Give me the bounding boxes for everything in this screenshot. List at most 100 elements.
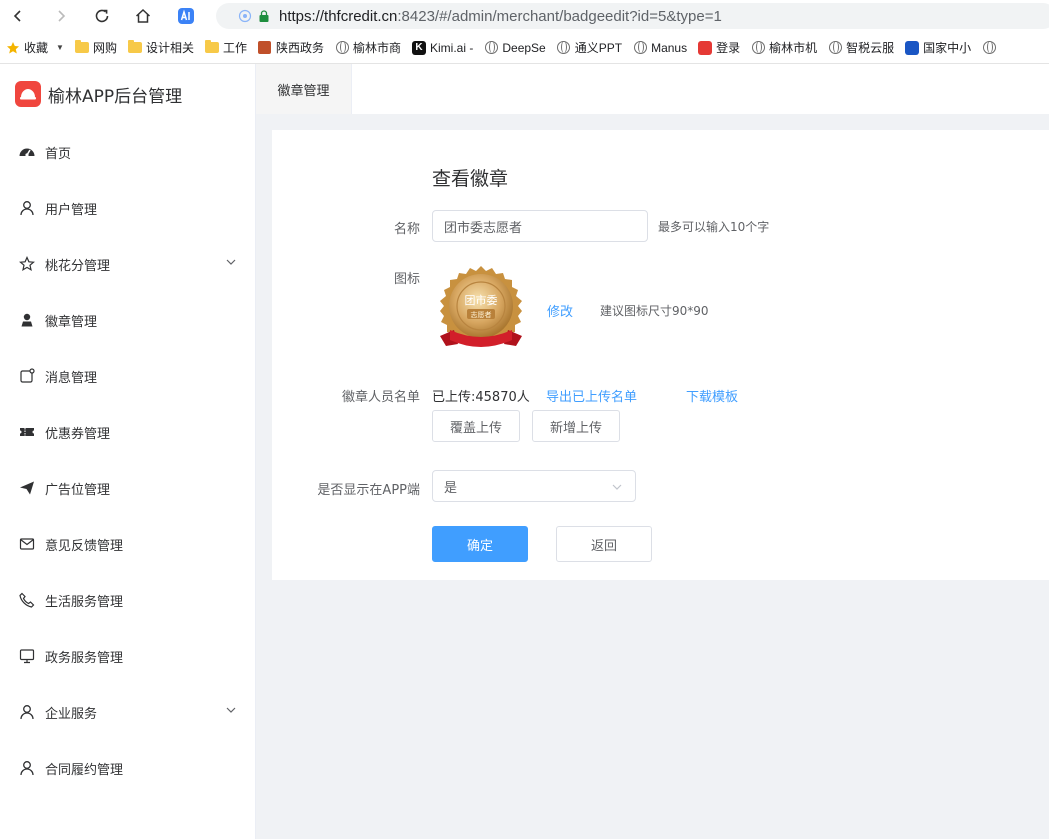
badge-image[interactable]: 团市委 志愿者 (434, 264, 528, 356)
sidebar-item-label: 桃花分管理 (45, 258, 111, 274)
sidebar-item-contracts[interactable]: 合同履约管理 (0, 740, 255, 796)
bookmark-label: 智税云服 (846, 41, 895, 55)
sidebar-item-label: 广告位管理 (45, 482, 111, 498)
ticket-icon (18, 423, 36, 441)
icon-label: 图标 (393, 272, 420, 287)
tab-bar: 徽章管理 (256, 64, 1049, 114)
bookmark-label: 网购 (92, 41, 117, 55)
app-brand: 榆林APP后台管理 (0, 64, 255, 124)
download-template-link[interactable]: 下载模板 (686, 386, 738, 405)
folder-icon (74, 40, 89, 55)
append-upload-button[interactable]: 新增上传 (532, 410, 620, 442)
overwrite-upload-button[interactable]: 覆盖上传 (432, 410, 520, 442)
name-hint: 最多可以输入10个字 (658, 220, 770, 234)
back-icon[interactable] (6, 4, 30, 28)
sidebar-item-enterprise[interactable]: 企业服务 (0, 684, 255, 740)
globe-icon (828, 41, 842, 55)
sidebar-item-label: 生活服务管理 (45, 594, 124, 610)
bookmark-label: 国家中小 (923, 41, 972, 55)
globe-icon (484, 41, 498, 55)
modify-icon-link[interactable]: 修改 (547, 301, 573, 320)
bookmark-link[interactable]: 国家中小 (905, 39, 971, 56)
bookmark-favorites[interactable]: 收藏 ▼ (6, 39, 64, 56)
bookmark-folder[interactable]: 网购 (74, 39, 117, 56)
bookmark-link[interactable]: 智税云服 (828, 39, 894, 56)
globe-icon (633, 41, 647, 55)
bookmark-label: 陕西政务 (275, 41, 324, 55)
badge-form-card: 查看徽章 名称 最多可以输入10个字 图标 团市委 志愿者 修改 建议图标尺寸9… (272, 130, 1049, 580)
bookmark-folder[interactable]: 工作 (204, 39, 247, 56)
user-icon (18, 759, 36, 777)
export-list-link[interactable]: 导出已上传名单 (546, 386, 637, 405)
name-label: 名称 (393, 222, 420, 237)
members-label: 徽章人员名单 (341, 390, 420, 405)
dashboard-icon (18, 143, 36, 161)
sidebar-item-points[interactable]: 桃花分管理 (0, 236, 255, 292)
badge-name-input[interactable] (432, 210, 648, 242)
badge-text-top: 团市委 (465, 293, 498, 307)
bookmark-link[interactable]: 榆林市商 (335, 39, 401, 56)
sidebar-item-label: 徽章管理 (45, 314, 98, 330)
sidebar-item-badges[interactable]: 徽章管理 (0, 292, 255, 348)
sidebar-item-gov-services[interactable]: 政务服务管理 (0, 628, 255, 684)
folder-icon (204, 40, 219, 55)
bookmark-label: Kimi.ai - (430, 40, 474, 55)
address-bar[interactable]: https://thfcredit.cn:8423/#/admin/mercha… (216, 3, 1049, 29)
back-button[interactable]: 返回 (556, 526, 652, 562)
app-logo-icon (15, 81, 41, 107)
chevron-down-icon (611, 481, 623, 497)
badge-medal-icon: 团市委 志愿者 (440, 266, 522, 347)
chevron-down-icon (225, 704, 237, 720)
badge-text-bottom: 志愿者 (471, 310, 492, 319)
globe-icon (982, 41, 996, 55)
bookmark-label: 收藏 (24, 41, 49, 55)
sidebar-item-label: 意见反馈管理 (45, 538, 124, 554)
sidebar-item-label: 企业服务 (45, 706, 98, 722)
bookmark-link[interactable]: 榆林市机 (751, 39, 817, 56)
bookmark-folder[interactable]: 设计相关 (127, 39, 194, 56)
confirm-button[interactable]: 确定 (432, 526, 528, 562)
bookmark-label: DeepSe (502, 40, 546, 55)
sidebar-item-life-services[interactable]: 生活服务管理 (0, 572, 255, 628)
globe-icon (557, 41, 571, 55)
sidebar-item-home[interactable]: 首页 (0, 124, 255, 180)
forward-icon[interactable] (49, 4, 73, 28)
tab-badge-management[interactable]: 徽章管理 (256, 64, 352, 114)
bookmark-link[interactable]: DeepSe (484, 40, 546, 55)
sidebar-item-ads[interactable]: 广告位管理 (0, 460, 255, 516)
monitor-icon (18, 647, 36, 665)
info-icon (238, 9, 252, 23)
folder-icon (127, 40, 142, 55)
bookmark-label: 通义PPT (574, 41, 623, 55)
bookmark-link[interactable]: 陕西政务 (258, 39, 324, 56)
sidebar-item-users[interactable]: 用户管理 (0, 180, 255, 236)
bookmark-label: Manus (651, 40, 688, 55)
bookmark-link[interactable]: 登录 (698, 39, 740, 56)
sidebar-item-feedback[interactable]: 意见反馈管理 (0, 516, 255, 572)
globe-icon (751, 41, 765, 55)
send-icon (18, 479, 36, 497)
bookmark-link[interactable] (982, 41, 1000, 55)
uploaded-count: 已上传:45870人 (432, 390, 530, 405)
sidebar: 榆林APP后台管理 首页 用户管理 桃花分管理 徽章管理 消息管理 优惠券管理 … (0, 64, 256, 839)
mail-icon (18, 535, 36, 553)
bookmark-link[interactable]: K Kimi.ai - (412, 40, 474, 55)
bookmark-label: 榆林市商 (353, 41, 402, 55)
caret-down-icon: ▼ (56, 43, 64, 52)
display-select[interactable]: 是 (432, 470, 636, 502)
bookmark-label: 榆林市机 (769, 41, 818, 55)
tab-bar-spacer (352, 64, 1049, 114)
sidebar-item-coupons[interactable]: 优惠券管理 (0, 404, 255, 460)
secure-lock-icon (257, 9, 271, 23)
bookmark-link[interactable]: 通义PPT (557, 39, 622, 56)
sidebar-item-messages[interactable]: 消息管理 (0, 348, 255, 404)
home-icon[interactable] (131, 4, 155, 28)
reload-icon[interactable] (90, 4, 114, 28)
gov-favicon-icon (905, 40, 920, 55)
bookmark-link[interactable]: Manus (633, 41, 687, 55)
sidebar-item-label: 用户管理 (45, 202, 98, 218)
user-icon (18, 199, 36, 217)
ai-extension-icon[interactable] (174, 4, 198, 28)
icon-size-hint: 建议图标尺寸90*90 (600, 304, 709, 318)
display-label: 是否显示在APP端 (317, 483, 420, 498)
